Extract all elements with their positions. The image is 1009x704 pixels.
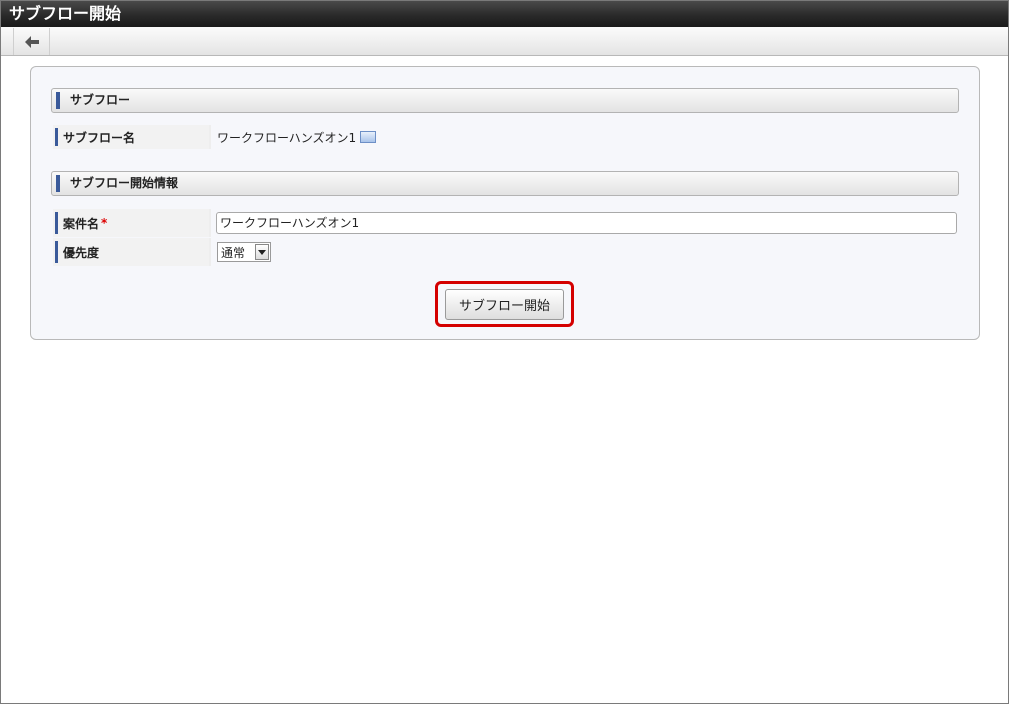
start-subflow-button[interactable]: サブフロー開始 [445, 289, 564, 320]
arrow-left-icon [24, 35, 39, 48]
section-header-start-info: サブフロー開始情報 [51, 171, 959, 196]
priority-row: 優先度 [53, 238, 957, 266]
required-mark: * [101, 216, 108, 230]
toolbar [1, 27, 1008, 56]
subflow-panel: サブフロー サブフロー名 ワークフローハンズオン1 サブフロー開始情報 案件名 *… [30, 66, 980, 340]
priority-select-value: 通常 [221, 245, 246, 260]
priority-select[interactable]: 通常 [217, 242, 271, 262]
back-button[interactable] [13, 28, 50, 55]
subflow-name-value: ワークフローハンズオン1 [211, 125, 957, 149]
matter-name-label: 案件名 * [53, 209, 209, 237]
subflow-name-row: サブフロー名 ワークフローハンズオン1 [53, 125, 957, 149]
document-icon[interactable] [360, 131, 377, 143]
matter-name-input[interactable]: ワークフローハンズオン1 [216, 212, 957, 234]
subflow-name-label: サブフロー名 [53, 125, 209, 149]
chevron-down-icon[interactable] [255, 244, 269, 260]
window-frame: サブフロー開始 サブフロー サブフロー名 ワークフローハンズオン1 サブフロー開… [0, 0, 1009, 704]
priority-label: 優先度 [53, 238, 209, 266]
window-title: サブフロー開始 [1, 1, 1008, 27]
subflow-name-text: ワークフローハンズオン1 [217, 130, 357, 145]
priority-cell [211, 238, 957, 266]
section-header-subflow: サブフロー [51, 88, 959, 113]
